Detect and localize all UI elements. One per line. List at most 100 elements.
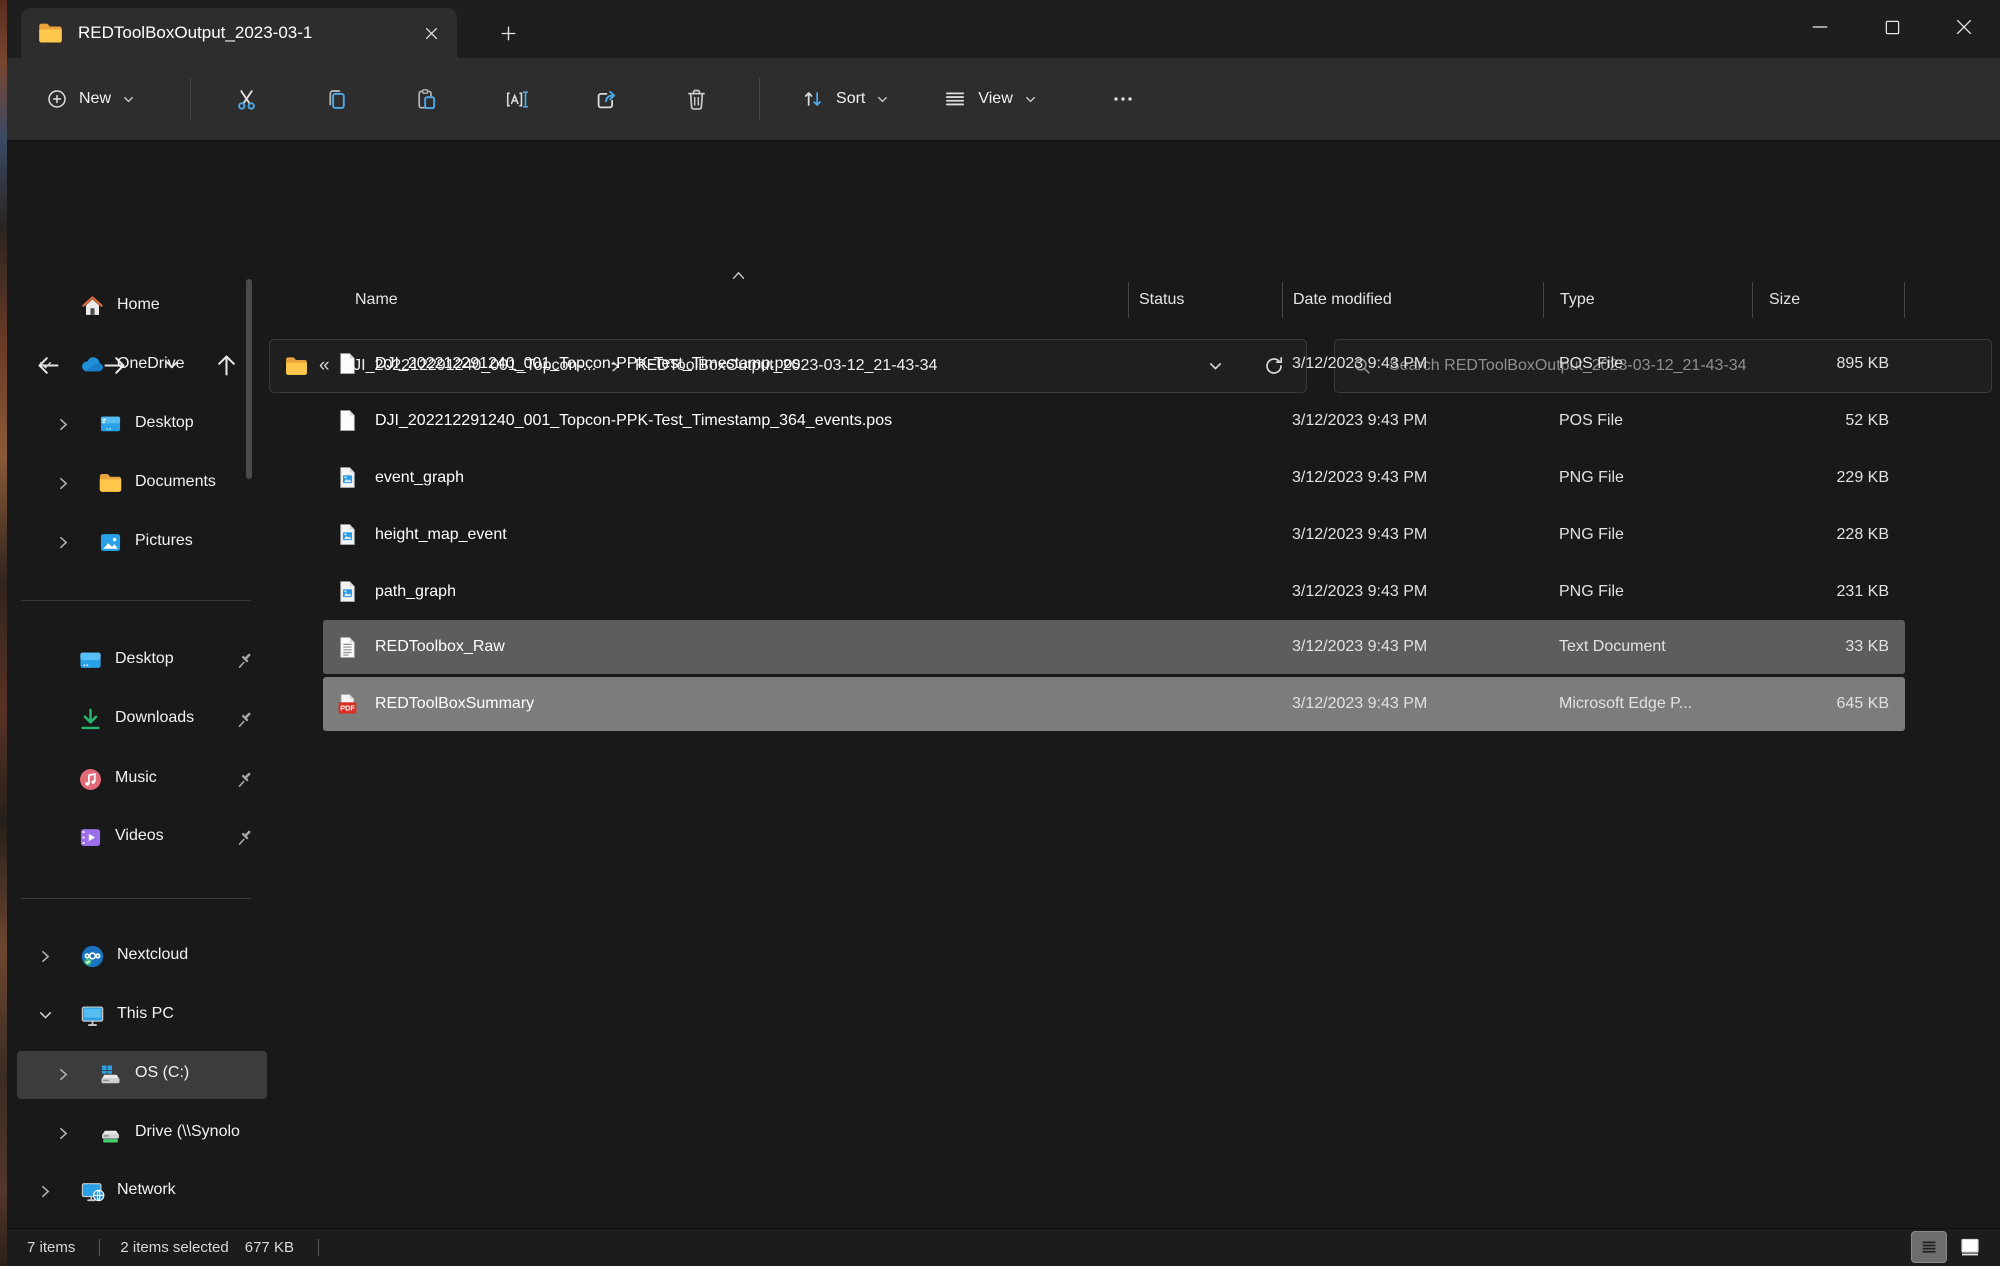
paste-button[interactable] bbox=[397, 73, 455, 125]
pin-icon bbox=[235, 827, 255, 847]
onedrive-icon bbox=[79, 352, 106, 379]
pos-file-icon bbox=[335, 408, 360, 433]
new-tab-button[interactable] bbox=[489, 14, 527, 52]
file-row-selected[interactable]: PDF REDToolBoxSummary 3/12/2023 9:43 PM … bbox=[323, 677, 1905, 731]
explorer-tab[interactable]: REDToolBoxOutput_2023-03-1 bbox=[21, 8, 457, 58]
sidebar-item-desktop-pinned[interactable]: Desktop bbox=[17, 637, 267, 685]
view-button[interactable]: View bbox=[930, 78, 1049, 120]
chevron-right-icon[interactable] bbox=[55, 416, 72, 433]
sidebar-item-nextcloud[interactable]: Nextcloud bbox=[17, 933, 267, 981]
chevron-right-icon[interactable] bbox=[55, 1125, 72, 1142]
column-header-name[interactable]: Name bbox=[323, 282, 1128, 318]
sort-ascending-icon bbox=[731, 270, 746, 281]
navigation-row: « DJI_202212291240_001_Topcon-... REDToo… bbox=[7, 141, 2000, 265]
toolbar-separator bbox=[759, 78, 760, 120]
sidebar-item-this-pc[interactable]: This PC bbox=[17, 992, 267, 1040]
delete-button[interactable] bbox=[667, 73, 725, 125]
maximize-button[interactable] bbox=[1856, 0, 1928, 54]
folder-icon bbox=[37, 20, 64, 47]
home-icon bbox=[79, 293, 106, 320]
status-bar: 7 items 2 items selected 677 KB bbox=[7, 1228, 2000, 1266]
chevron-right-icon[interactable] bbox=[37, 1183, 54, 1200]
file-explorer-window: REDToolBoxOutput_2023-03-1 New bbox=[0, 0, 2000, 1266]
column-headers: Name Status Date modified Type Size bbox=[323, 279, 1905, 321]
selection-size: 677 KB bbox=[245, 1239, 294, 1256]
column-header-date-modified[interactable]: Date modified bbox=[1282, 282, 1543, 318]
downloads-icon bbox=[77, 706, 104, 733]
svg-text:PDF: PDF bbox=[340, 703, 355, 712]
sidebar-item-network[interactable]: Network bbox=[17, 1168, 267, 1216]
sort-icon bbox=[800, 86, 826, 112]
file-row[interactable]: height_map_event 3/12/2023 9:43 PM PNG F… bbox=[323, 506, 1905, 563]
see-more-button[interactable] bbox=[1096, 74, 1150, 124]
sidebar-item-downloads[interactable]: Downloads bbox=[17, 696, 267, 744]
navigation-pane: Home OneDrive Desktop bbox=[7, 265, 269, 1228]
chevron-right-icon[interactable] bbox=[55, 475, 72, 492]
selection-count: 2 items selected bbox=[120, 1239, 228, 1256]
sidebar-item-onedrive-documents[interactable]: Documents bbox=[17, 460, 267, 508]
pictures-icon bbox=[97, 529, 124, 556]
sidebar-item-home[interactable]: Home bbox=[17, 283, 267, 331]
chevron-down-icon bbox=[1023, 92, 1038, 107]
chevron-down-icon[interactable] bbox=[37, 357, 54, 374]
column-header-status[interactable]: Status bbox=[1128, 282, 1282, 318]
pos-file-icon bbox=[335, 351, 360, 376]
title-bar: REDToolBoxOutput_2023-03-1 bbox=[7, 0, 2000, 58]
network-icon bbox=[79, 1178, 106, 1205]
sort-button[interactable]: Sort bbox=[788, 78, 902, 120]
minimize-button[interactable] bbox=[1784, 0, 1856, 54]
desktop-icon bbox=[97, 411, 124, 438]
network-drive-icon bbox=[97, 1120, 124, 1147]
png-file-icon bbox=[335, 522, 360, 547]
status-divider bbox=[318, 1239, 319, 1256]
sidebar-item-onedrive[interactable]: OneDrive bbox=[17, 342, 267, 390]
file-list: Name Status Date modified Type Size DJI_… bbox=[323, 265, 1905, 1226]
sidebar-item-videos[interactable]: Videos bbox=[17, 814, 267, 862]
sidebar-item-onedrive-desktop[interactable]: Desktop bbox=[17, 401, 267, 449]
close-button[interactable] bbox=[1928, 0, 2000, 54]
this-pc-icon bbox=[79, 1002, 106, 1029]
file-row[interactable]: DJI_202212291240_001_Topcon-PPK-Test_Tim… bbox=[323, 392, 1905, 449]
file-row[interactable]: DJI_202212291240_001_Topcon-PPK-Test_Tim… bbox=[323, 335, 1905, 392]
chevron-right-icon[interactable] bbox=[55, 534, 72, 551]
chevron-right-icon[interactable] bbox=[37, 948, 54, 965]
desktop-wallpaper-edge bbox=[0, 0, 7, 1266]
copy-button[interactable] bbox=[307, 73, 365, 125]
sidebar-divider bbox=[21, 898, 251, 899]
command-bar: New Sort View bbox=[7, 58, 2000, 141]
pin-icon bbox=[235, 769, 255, 789]
png-file-icon bbox=[335, 465, 360, 490]
file-row[interactable]: event_graph 3/12/2023 9:43 PM PNG File 2… bbox=[323, 449, 1905, 506]
cut-button[interactable] bbox=[217, 73, 275, 125]
items-count: 7 items bbox=[27, 1239, 75, 1256]
pdf-file-icon: PDF bbox=[335, 692, 360, 717]
share-button[interactable] bbox=[577, 73, 635, 125]
sidebar-item-music[interactable]: Music bbox=[17, 756, 267, 804]
sidebar-item-network-drive[interactable]: Drive (\\Synolo bbox=[17, 1110, 267, 1158]
os-c-drive-icon bbox=[97, 1061, 124, 1088]
column-header-type[interactable]: Type bbox=[1543, 282, 1752, 318]
file-row[interactable]: path_graph 3/12/2023 9:43 PM PNG File 23… bbox=[323, 563, 1905, 620]
new-button-label: New bbox=[79, 90, 111, 108]
details-view-button[interactable] bbox=[1911, 1231, 1947, 1263]
sort-button-label: Sort bbox=[836, 90, 865, 108]
file-row-selected[interactable]: REDToolbox_Raw 3/12/2023 9:43 PM Text Do… bbox=[323, 620, 1905, 674]
status-divider bbox=[99, 1239, 100, 1256]
new-button[interactable]: New bbox=[33, 79, 148, 119]
chevron-right-icon[interactable] bbox=[55, 1066, 72, 1083]
chevron-down-icon bbox=[875, 92, 890, 107]
tab-title: REDToolBoxOutput_2023-03-1 bbox=[78, 23, 415, 43]
sidebar-divider bbox=[21, 600, 251, 601]
rename-button[interactable] bbox=[487, 73, 545, 125]
tab-close-button[interactable] bbox=[415, 17, 447, 49]
large-thumbnails-view-button[interactable] bbox=[1952, 1231, 1988, 1263]
chevron-down-icon[interactable] bbox=[37, 1007, 54, 1024]
text-document-icon bbox=[335, 635, 360, 660]
desktop-icon bbox=[77, 647, 104, 674]
sidebar-item-onedrive-pictures[interactable]: Pictures bbox=[17, 519, 267, 567]
column-header-size[interactable]: Size bbox=[1752, 282, 1905, 318]
png-file-icon bbox=[335, 579, 360, 604]
sidebar-item-os-c[interactable]: OS (C:) bbox=[17, 1051, 267, 1099]
toolbar-separator bbox=[190, 78, 191, 120]
sidebar-scrollbar[interactable] bbox=[246, 279, 252, 479]
